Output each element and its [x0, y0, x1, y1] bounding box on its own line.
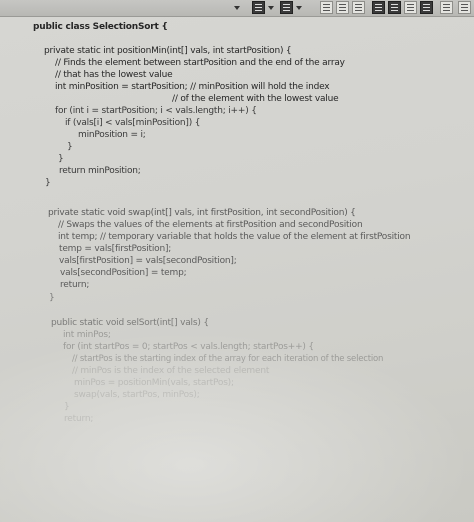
indent-button[interactable] — [420, 1, 433, 14]
code-text-area[interactable]: public class SelectionSort { private sta… — [0, 17, 474, 522]
code-line: } — [45, 178, 51, 188]
code-line: // that has the lowest value — [55, 70, 173, 80]
code-line: minPos = positionMin(vals, startPos); — [74, 378, 234, 388]
code-line: } — [58, 154, 64, 164]
align-center-icon — [339, 4, 346, 11]
screen: public class SelectionSort { private sta… — [0, 0, 474, 522]
insert-button[interactable] — [440, 1, 453, 14]
dropdown-arrow-icon[interactable] — [294, 1, 304, 14]
style-icon — [255, 4, 262, 11]
code-line: int minPos; — [63, 330, 111, 340]
dropdown-arrow-icon[interactable] — [232, 1, 242, 14]
code-line: return; — [60, 280, 90, 290]
align-right-icon — [355, 4, 362, 11]
code-line: vals[firstPosition] = vals[secondPositio… — [59, 256, 237, 266]
dropdown-arrow-icon[interactable] — [266, 1, 276, 14]
code-line: for (int startPos = 0; startPos < vals.l… — [63, 342, 314, 352]
code-line: swap(vals, startPos, minPos); — [74, 390, 200, 400]
numbered-list-icon — [391, 4, 398, 11]
code-line: } — [64, 402, 70, 412]
code-line: private static int positionMin(int[] val… — [44, 46, 292, 56]
indent-icon — [423, 4, 430, 11]
code-line: private static void swap(int[] vals, int… — [48, 208, 356, 218]
align-left-button[interactable] — [320, 1, 333, 14]
color-button[interactable] — [280, 1, 293, 14]
code-line: temp = vals[firstPosition]; — [59, 244, 172, 254]
more-icon — [461, 4, 468, 11]
code-line: vals[secondPosition] = temp; — [60, 268, 187, 278]
code-line: // startPos is the starting index of the… — [72, 354, 384, 364]
code-line: minPosition = i; — [78, 130, 146, 140]
code-line: return minPosition; — [59, 166, 141, 176]
code-line: return; — [64, 414, 94, 424]
numbered-list-button[interactable] — [388, 1, 401, 14]
code-line: // Finds the element between startPositi… — [55, 58, 345, 68]
align-right-button[interactable] — [352, 1, 365, 14]
code-line: int minPosition = startPosition; // minP… — [55, 82, 330, 92]
code-line: for (int i = startPosition; i < vals.len… — [55, 106, 257, 116]
code-line: // of the element with the lowest value — [172, 94, 339, 104]
more-button[interactable] — [458, 1, 471, 14]
color-icon — [283, 4, 290, 11]
bullet-list-icon — [375, 4, 382, 11]
code-line: if (vals[i] < vals[minPosition]) { — [65, 118, 201, 128]
align-center-button[interactable] — [336, 1, 349, 14]
code-line: public static void selSort(int[] vals) { — [51, 318, 209, 328]
code-line: } — [49, 293, 55, 303]
outdent-button[interactable] — [404, 1, 417, 14]
insert-icon — [443, 4, 450, 11]
bullet-list-button[interactable] — [372, 1, 385, 14]
code-line: // Swaps the values of the elements at f… — [58, 220, 363, 230]
align-left-icon — [323, 4, 330, 11]
editor-toolbar — [0, 0, 474, 17]
code-line: public class SelectionSort { — [33, 22, 168, 32]
code-line: // minPos is the index of the selected e… — [72, 366, 270, 376]
code-line: } — [67, 142, 73, 152]
style-button[interactable] — [252, 1, 265, 14]
outdent-icon — [407, 4, 414, 11]
code-line: int temp; // temporary variable that hol… — [58, 232, 411, 242]
